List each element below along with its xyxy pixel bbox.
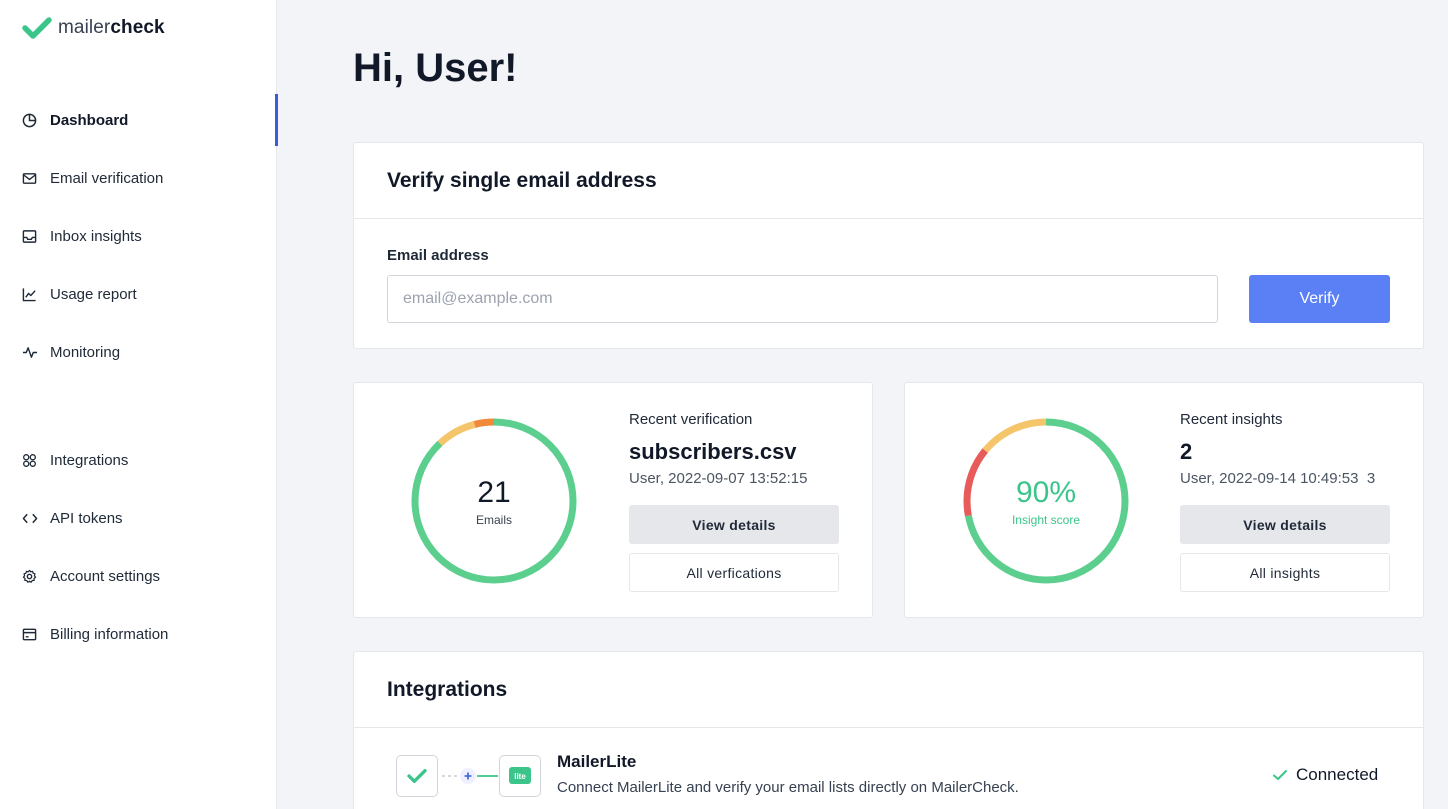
sidebar-item-usage-report[interactable]: Usage report bbox=[0, 268, 277, 320]
verify-email-card: Verify single email address Email addres… bbox=[353, 142, 1424, 349]
sidebar-item-inbox-insights[interactable]: Inbox insights bbox=[0, 210, 277, 262]
sidebar-item-label: Usage report bbox=[50, 285, 137, 303]
email-count: 21 bbox=[477, 475, 511, 509]
integrations-card: Integrations lite MailerLite Connect Mai… bbox=[353, 651, 1424, 809]
code-icon bbox=[21, 510, 38, 527]
sidebar-item-label: Monitoring bbox=[50, 343, 121, 361]
verify-button[interactable]: Verify bbox=[1249, 275, 1390, 323]
mailerlite-badge-text: lite bbox=[514, 772, 526, 781]
sidebar: mailercheck Dashboard Email verification… bbox=[0, 0, 278, 809]
sidebar-item-label: Account settings bbox=[50, 567, 161, 585]
sidebar-item-api-tokens[interactable]: API tokens bbox=[0, 492, 277, 544]
all-verifications-button[interactable]: All verfications bbox=[629, 553, 839, 592]
view-verification-details-button[interactable]: View details bbox=[629, 505, 839, 544]
sidebar-item-label: API tokens bbox=[50, 509, 123, 527]
recent-insights-meta: User, 2022-09-14 10:49:53 3 bbox=[1180, 470, 1376, 487]
sidebar-item-dashboard[interactable]: Dashboard bbox=[0, 94, 278, 146]
activity-icon bbox=[21, 344, 38, 361]
check-icon bbox=[1273, 770, 1287, 780]
integration-description: Connect MailerLite and verify your email… bbox=[557, 779, 1019, 796]
mailercheck-integration-icon bbox=[396, 755, 438, 797]
checkmark-logo-icon bbox=[22, 17, 52, 39]
recent-verification-filename: subscribers.csv bbox=[629, 439, 797, 464]
recent-verification-meta: User, 2022-09-07 13:52:15 bbox=[629, 470, 808, 487]
sidebar-item-billing-information[interactable]: Billing information bbox=[0, 608, 277, 660]
view-insights-details-button[interactable]: View details bbox=[1180, 505, 1390, 544]
email-field-label: Email address bbox=[387, 247, 489, 264]
recent-insights-meta-suffix: 3 bbox=[1366, 470, 1376, 487]
sidebar-item-email-verification[interactable]: Email verification bbox=[0, 152, 277, 204]
recent-insights-value: 2 bbox=[1180, 439, 1193, 464]
sidebar-item-label: Email verification bbox=[50, 169, 164, 187]
sidebar-item-label: Dashboard bbox=[50, 111, 129, 129]
inbox-icon bbox=[21, 228, 38, 245]
mail-check-icon bbox=[21, 170, 38, 187]
line-chart-icon bbox=[21, 286, 38, 303]
sidebar-item-label: Billing information bbox=[50, 625, 169, 643]
email-input[interactable] bbox=[387, 275, 1218, 323]
insight-score-caption: Insight score bbox=[1011, 512, 1081, 527]
insight-score: 90% bbox=[1015, 475, 1077, 509]
mailerlite-badge: lite bbox=[509, 767, 531, 784]
mailerlite-logo-icon: lite bbox=[499, 755, 541, 797]
page-title: Hi, User! bbox=[353, 46, 518, 90]
integration-name: MailerLite bbox=[557, 752, 637, 771]
sidebar-item-account-settings[interactable]: Account settings bbox=[0, 550, 277, 602]
integration-status: Connected bbox=[1272, 765, 1378, 785]
grid-icon bbox=[21, 452, 38, 469]
sidebar-item-label: Inbox insights bbox=[50, 227, 142, 245]
recent-verification-card: 21 Emails Recent verification subscriber… bbox=[353, 382, 873, 618]
integration-row-mailerlite[interactable]: lite MailerLite Connect MailerLite and v… bbox=[354, 752, 1424, 809]
email-count-caption: Emails bbox=[475, 512, 512, 527]
gear-icon bbox=[21, 568, 38, 585]
brand-name: mailercheck bbox=[58, 17, 165, 38]
connection-link-icon bbox=[442, 768, 498, 784]
verification-ring-center: 21 Emails bbox=[409, 416, 579, 586]
integrations-title: Integrations bbox=[354, 652, 1423, 728]
pie-chart-icon bbox=[21, 112, 38, 129]
brand-logo[interactable]: mailercheck bbox=[22, 16, 165, 40]
all-insights-button[interactable]: All insights bbox=[1180, 553, 1390, 592]
recent-insights-card: 90% Insight score Recent insights 2 User… bbox=[904, 382, 1424, 618]
insights-ring-center: 90% Insight score bbox=[961, 416, 1131, 586]
sidebar-item-integrations[interactable]: Integrations bbox=[0, 434, 277, 486]
verify-card-title: Verify single email address bbox=[354, 143, 1423, 219]
recent-insights-label: Recent insights bbox=[1180, 411, 1283, 428]
integration-status-label: Connected bbox=[1296, 765, 1379, 784]
credit-card-icon bbox=[21, 626, 38, 643]
sidebar-item-monitoring[interactable]: Monitoring bbox=[0, 326, 277, 378]
sidebar-item-label: Integrations bbox=[50, 451, 129, 469]
recent-verification-label: Recent verification bbox=[629, 411, 753, 428]
